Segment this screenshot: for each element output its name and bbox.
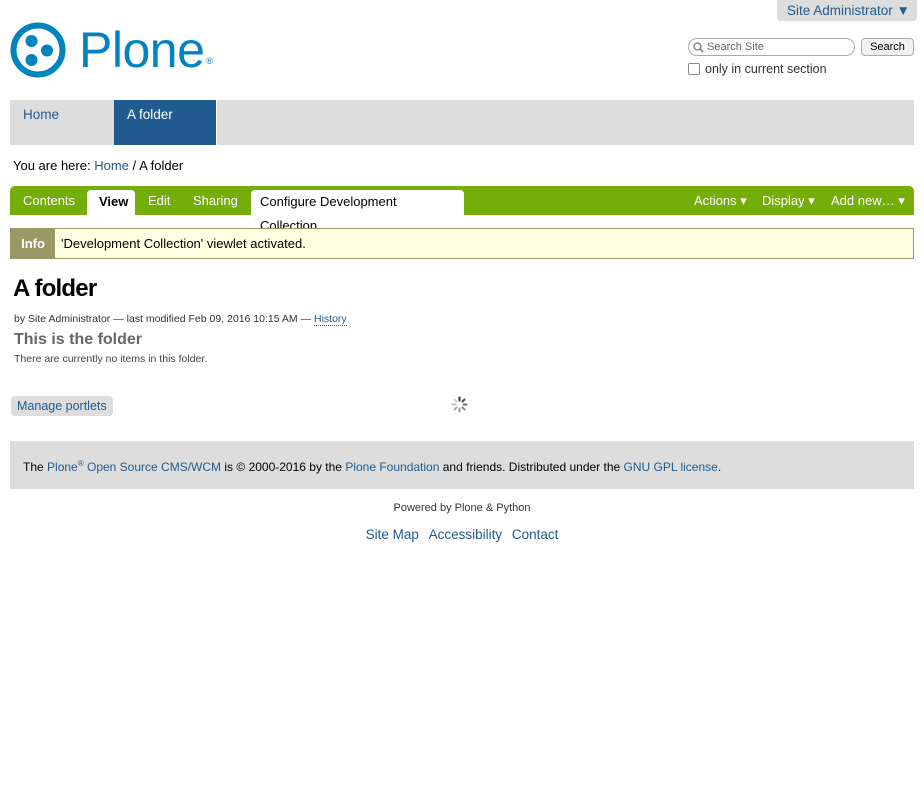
colophon: Powered by Plone & Python	[393, 502, 531, 514]
info-label: Info	[11, 229, 55, 258]
footer-the: The	[23, 460, 44, 474]
breadcrumb-home[interactable]: Home	[94, 158, 129, 173]
edit-tab-contents[interactable]: Contents	[11, 186, 87, 215]
only-current-section[interactable]: only in current section	[688, 62, 827, 76]
search-box	[688, 38, 855, 56]
breadcrumb: You are here: Home / A folder	[13, 158, 183, 173]
nav-divider	[216, 100, 217, 145]
footer-friends: and friends. Distributed under the	[442, 460, 621, 474]
empty-folder-message: There are currently no items in this fol…	[14, 353, 208, 365]
info-message: Info 'Development Collection' viewlet ac…	[10, 228, 914, 259]
breadcrumb-separator: /	[132, 158, 137, 173]
display-menu[interactable]: Display ▾	[762, 186, 815, 215]
contact-link[interactable]: Contact	[512, 527, 559, 542]
plone-logo-icon	[10, 22, 66, 78]
site-map-link[interactable]: Site Map	[366, 527, 419, 542]
page-title: A folder	[13, 275, 97, 302]
breadcrumb-prefix: You are here:	[13, 158, 91, 173]
search-icon	[693, 41, 704, 53]
nav-tab-a-folder[interactable]: A folder	[114, 100, 216, 145]
footer-cms-link[interactable]: Open Source CMS/WCM	[87, 460, 221, 474]
nav-tab-home[interactable]: Home	[10, 100, 114, 145]
edit-tab-sharing[interactable]: Sharing	[181, 186, 250, 215]
document-byline: by Site Administrator — last modified Fe…	[14, 313, 347, 326]
site-footer: The Plone® Open Source CMS/WCM is © 2000…	[10, 441, 914, 489]
logo-registered-mark: ®	[206, 56, 213, 66]
footer-foundation-link[interactable]: Plone Foundation	[345, 460, 439, 474]
user-menu[interactable]: Site Administrator ▼	[777, 0, 917, 21]
logo-text: Plone ®	[79, 22, 213, 78]
manage-portlets-button[interactable]: Manage portlets	[11, 396, 113, 416]
search-button[interactable]: Search	[861, 38, 914, 56]
info-text: 'Development Collection' viewlet activat…	[61, 236, 306, 251]
edit-tab-configure-collection[interactable]: Configure Development Collection	[251, 190, 464, 233]
actions-menu[interactable]: Actions ▾	[694, 186, 747, 215]
document-description: This is the folder	[14, 331, 143, 348]
only-current-checkbox[interactable]	[688, 63, 700, 75]
accessibility-link[interactable]: Accessibility	[429, 527, 503, 542]
footer-registered-mark: ®	[77, 459, 84, 468]
footer-copyright: © 2000-2016 by the	[236, 460, 342, 474]
history-link[interactable]: History	[314, 313, 347, 326]
edit-bar: Contents View Edit Sharing Configure Dev…	[10, 186, 914, 233]
byline-text: by Site Administrator — last modified Fe…	[14, 313, 312, 325]
add-new-menu[interactable]: Add new… ▾	[831, 186, 905, 215]
only-current-label: only in current section	[705, 62, 827, 76]
site-actions: Site Map Accessibility Contact	[0, 527, 924, 542]
footer-plone-link[interactable]: Plone®	[47, 459, 84, 474]
footer-license-link[interactable]: GNU GPL license	[624, 460, 718, 474]
edit-tab-view[interactable]: View	[87, 190, 135, 215]
search-input[interactable]	[707, 41, 847, 53]
edit-tab-edit[interactable]: Edit	[136, 186, 182, 215]
global-nav: Home A folder	[10, 100, 914, 145]
site-logo[interactable]: Plone ®	[10, 22, 213, 78]
loading-spinner-icon	[451, 396, 468, 413]
breadcrumb-current: A folder	[139, 158, 184, 173]
footer-end: .	[717, 460, 722, 474]
footer-is: is	[224, 460, 234, 474]
